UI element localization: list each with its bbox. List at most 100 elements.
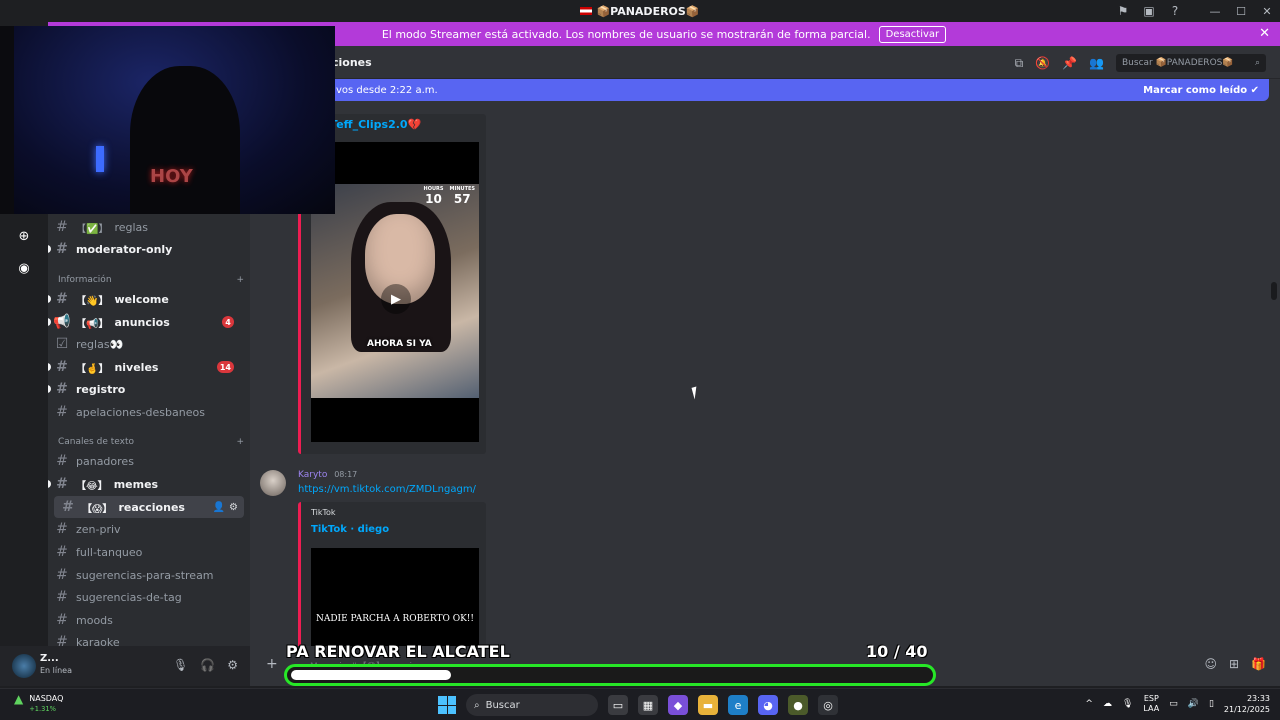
obs-icon[interactable]: ◎	[818, 695, 838, 715]
invite-icon[interactable]: 👤	[213, 502, 225, 513]
channel-moods[interactable]: # moods	[48, 609, 244, 631]
embed-title[interactable]: TikTok · diego	[311, 524, 389, 535]
channel-reglas-eyes[interactable]: ☑ reglas👀	[48, 333, 244, 355]
threads-icon[interactable]: ⧉	[1015, 56, 1024, 71]
hash-icon: #	[56, 404, 68, 420]
gear-icon[interactable]: ⚙	[229, 502, 238, 513]
mark-read-icon: ✔	[1250, 84, 1259, 96]
channel-label: reacciones	[118, 500, 185, 514]
stock-change: +1.31%	[29, 705, 56, 713]
pin-icon[interactable]: 📌	[1062, 56, 1077, 70]
channel-apelaciones[interactable]: # apelaciones-desbaneos	[48, 401, 244, 423]
avatar[interactable]	[260, 470, 286, 496]
microphone-icon[interactable]: 🎙	[173, 658, 188, 672]
hash-icon: #	[56, 453, 68, 469]
channel-sugerencias-stream[interactable]: # sugerencias-para-stream	[48, 564, 244, 586]
message-author[interactable]: Karyto 08:17	[298, 470, 357, 480]
channel-label: reglas👀	[76, 337, 124, 351]
channel-reacciones[interactable]: # 【😱】 reacciones 👤 ⚙	[54, 496, 244, 518]
channel-registro[interactable]: # registro	[48, 378, 244, 400]
file-explorer-icon[interactable]: ▬	[698, 695, 718, 715]
task-view-icon[interactable]: ▭	[608, 695, 628, 715]
inbox-icon[interactable]: ▣	[1136, 4, 1162, 18]
channel-label: sugerencias-para-stream	[76, 568, 214, 582]
taskbar-search-label: Buscar	[485, 699, 520, 711]
message-link[interactable]: https://vm.tiktok.com/ZMDLngagm/	[298, 484, 476, 495]
explore-icon[interactable]: ◉	[14, 258, 34, 278]
channel-label: welcome	[114, 292, 169, 306]
apps-icon[interactable]: ⊞	[1229, 657, 1239, 671]
search-input[interactable]: Buscar 📦PANADEROS📦 ⌕	[1116, 54, 1266, 72]
add-server-icon[interactable]: ⊕	[14, 226, 34, 246]
taskbar-search[interactable]: ⌕ Buscar	[466, 694, 598, 716]
lang-top: ESP	[1143, 694, 1159, 703]
hash-icon: #	[56, 291, 68, 307]
mark-read-button[interactable]: Marcar como leído	[1143, 85, 1247, 96]
channel-moderator-only[interactable]: # moderator-only	[48, 238, 244, 260]
add-channel-icon[interactable]: +	[236, 275, 244, 285]
members-icon[interactable]: 👥	[1089, 56, 1104, 70]
help-icon[interactable]: ?	[1162, 4, 1188, 18]
gift-icon[interactable]: 🎁	[1251, 657, 1266, 671]
chat-area: ciones ⧉ 🔕 📌 👥 Buscar 📦PANADEROS📦 ⌕ vos …	[250, 46, 1280, 658]
message-composer: + Mensaje #【😱】reacciones PA RENOVAR EL A…	[250, 642, 1280, 686]
add-channel-icon[interactable]: +	[236, 437, 244, 447]
channel-niveles[interactable]: # 【🤞】 niveles 14	[48, 356, 244, 378]
channel-label: moods	[76, 613, 113, 627]
gear-icon[interactable]: ⚙	[227, 658, 238, 672]
channel-anuncios[interactable]: 📢 【📢】 anuncios 4	[48, 311, 244, 333]
battery-icon[interactable]: ▯	[1209, 699, 1214, 709]
network-icon[interactable]: ▭	[1169, 699, 1178, 709]
language-indicator[interactable]: ESP LAA	[1143, 694, 1159, 714]
stock-widget[interactable]: ▲ NASDAQ +1.31%	[14, 693, 63, 714]
close-icon[interactable]: ✕	[1259, 26, 1270, 41]
channel-reglas[interactable]: # 【✅】 reglas	[48, 216, 244, 238]
author-name[interactable]: Karyto	[298, 470, 327, 480]
volume-icon[interactable]: 🔊	[1188, 699, 1199, 709]
category-informacion[interactable]: Información +	[58, 275, 244, 285]
channel-label: panadores	[76, 454, 134, 468]
user-info[interactable]: Z... En línea	[40, 653, 72, 677]
channel-memes[interactable]: # 【😂】 memes	[48, 473, 244, 495]
channel-zen-priv[interactable]: # zen-priv	[48, 518, 244, 540]
app-icon[interactable]: ●	[788, 695, 808, 715]
minimize-button[interactable]: —	[1202, 5, 1228, 18]
search-placeholder: Buscar 📦PANADEROS📦	[1122, 58, 1234, 68]
store-icon[interactable]: ▦	[638, 695, 658, 715]
edge-icon[interactable]: e	[728, 695, 748, 715]
channel-welcome[interactable]: # 【👋】 welcome	[48, 288, 244, 310]
hash-icon: #	[56, 381, 68, 397]
headphones-icon[interactable]: 🎧	[200, 658, 215, 672]
play-icon[interactable]: ▶	[381, 284, 411, 314]
window-title: 📦PANADEROS📦	[580, 5, 700, 18]
mute-icon[interactable]: 🔕	[1035, 56, 1050, 70]
disable-streamer-button[interactable]: Desactivar	[878, 25, 947, 43]
channel-full-tanqueo[interactable]: # full-tanqueo	[48, 541, 244, 563]
windows-start-icon[interactable]	[438, 696, 456, 714]
maximize-button[interactable]: ☐	[1228, 5, 1254, 18]
flag-icon[interactable]: ⚑	[1110, 4, 1136, 18]
scrollbar[interactable]	[1271, 282, 1277, 300]
hash-icon: #	[56, 567, 68, 583]
discord-icon[interactable]: ◕	[758, 695, 778, 715]
system-clock[interactable]: 23:33 21/12/2025	[1224, 693, 1270, 715]
close-window-button[interactable]: ✕	[1254, 5, 1280, 18]
add-attachment-icon[interactable]: +	[266, 656, 278, 672]
channel-karaoke[interactable]: # karaoke	[48, 631, 244, 646]
hash-icon: #	[56, 544, 68, 560]
emoji-icon[interactable]: ☺	[1204, 657, 1217, 671]
microphone-icon[interactable]: 🎙	[1122, 699, 1133, 709]
onedrive-icon[interactable]: ☁	[1103, 699, 1112, 709]
channel-emoji: 【✅】	[76, 223, 109, 235]
channel-panadores[interactable]: # panadores	[48, 450, 244, 472]
copilot-icon[interactable]: ◆	[668, 695, 688, 715]
chevron-up-icon[interactable]: ^	[1085, 699, 1093, 709]
channel-label: moderator-only	[76, 242, 173, 256]
video-caption: AHORA SI YA	[367, 339, 432, 349]
channel-sugerencias-tag[interactable]: # sugerencias-de-tag	[48, 586, 244, 608]
category-canales-texto[interactable]: Canales de texto +	[58, 437, 244, 447]
category-label: Canales de texto	[58, 437, 134, 447]
avatar[interactable]	[12, 654, 36, 678]
video-thumbnail[interactable]: HOURS 10 MINUTES 57 ▶ AHORA SI YA	[311, 142, 479, 442]
new-messages-bar[interactable]: vos desde 2:22 a.m. Marcar como leído ✔	[330, 79, 1269, 101]
